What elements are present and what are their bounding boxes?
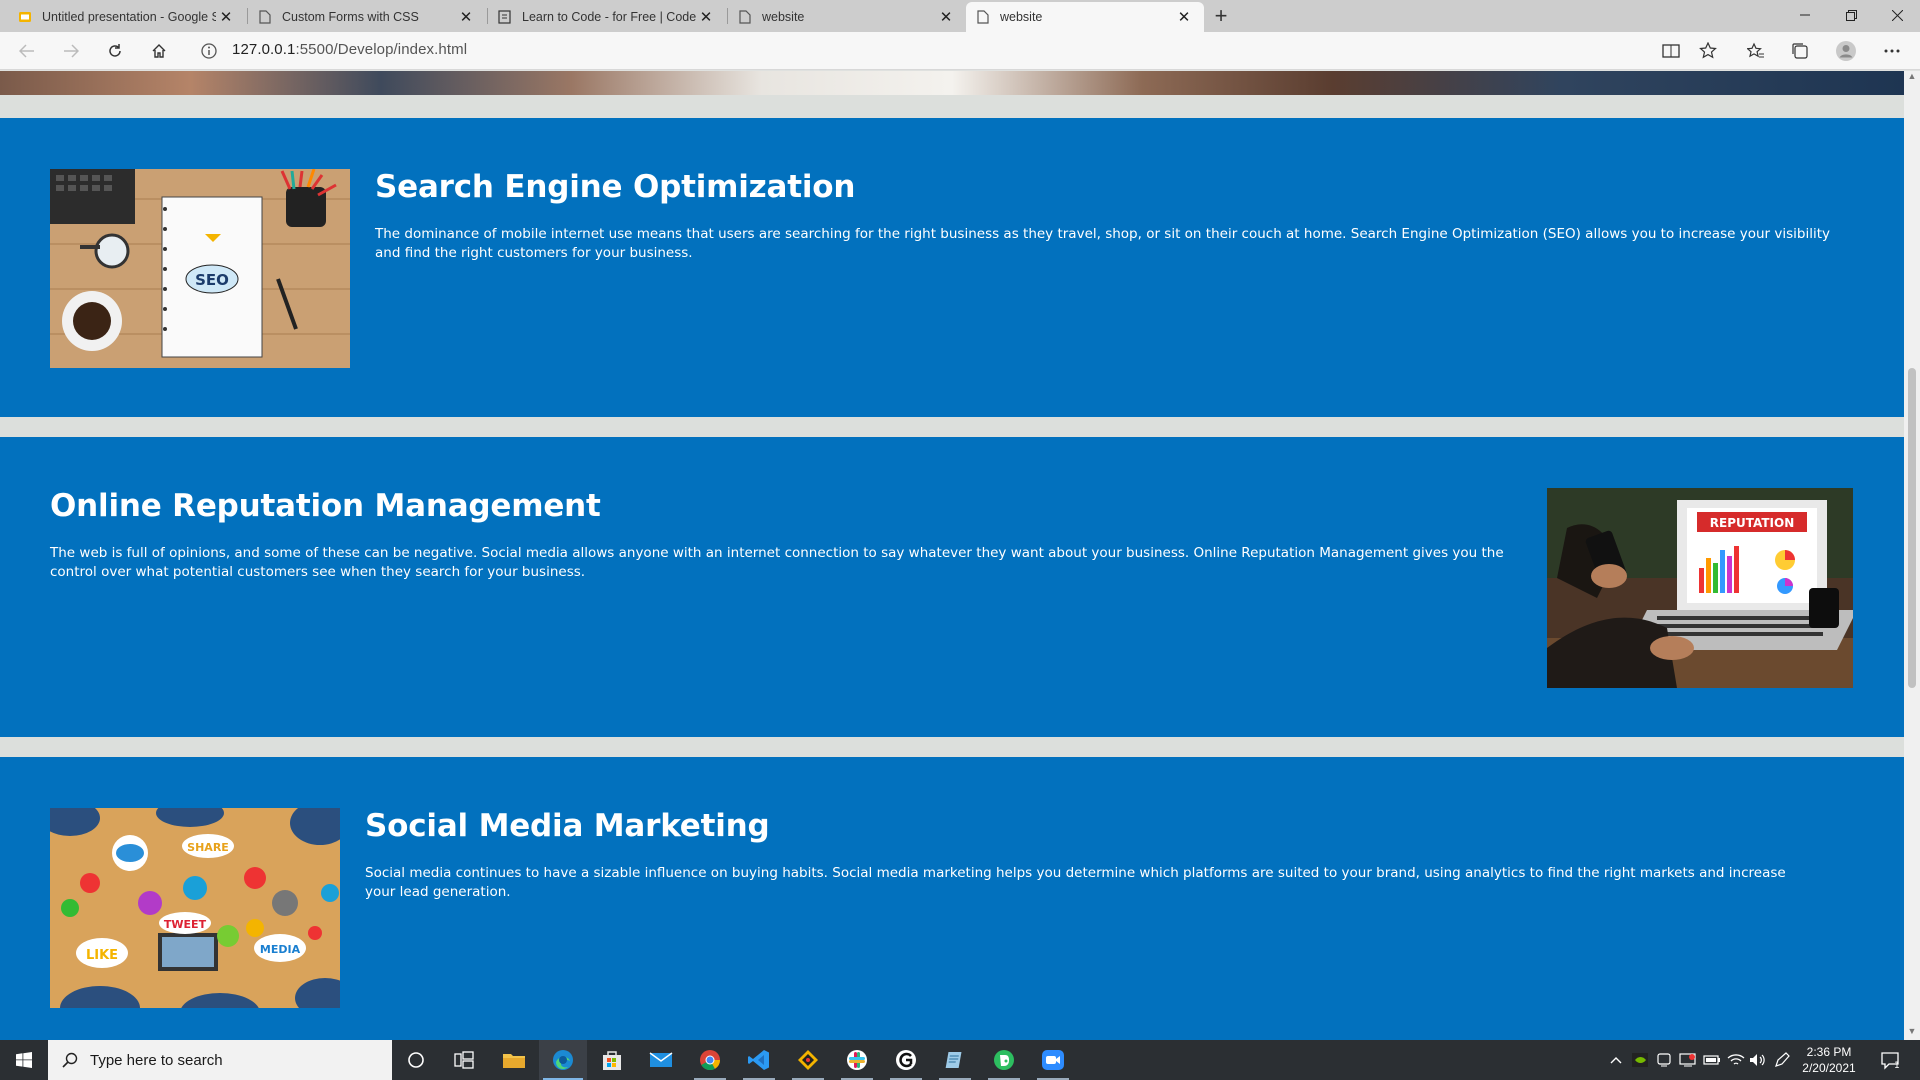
taskbar-clock[interactable]: 2:36 PM 2/20/2021 (1786, 1044, 1872, 1076)
url-path: :5500/Develop/index.html (295, 41, 468, 58)
codecademy-icon (498, 10, 512, 24)
tab-title: website (1000, 10, 1043, 24)
social-word-like: LIKE (86, 948, 118, 963)
section-body: The dominance of mobile internet use mea… (375, 226, 1830, 261)
chrome-icon[interactable] (686, 1040, 734, 1080)
immersive-reader-icon[interactable] (1656, 38, 1686, 64)
tab-website[interactable]: website ✕ (728, 2, 966, 32)
tab-website-active[interactable]: website ✕ (966, 2, 1204, 32)
notepad-icon[interactable] (931, 1040, 979, 1080)
back-button[interactable] (12, 38, 42, 64)
device-icon[interactable] (1652, 1040, 1676, 1080)
tab-google-slides[interactable]: Untitled presentation - Google S ✕ (8, 2, 246, 32)
search-icon (62, 1052, 78, 1068)
mail-icon[interactable] (637, 1040, 685, 1080)
section-title: Search Engine Optimization (375, 169, 856, 205)
restore-button[interactable] (1828, 0, 1874, 30)
address-bar[interactable]: 127.0.0.1:5500/Develop/index.html (232, 41, 467, 58)
close-window-button[interactable] (1874, 0, 1920, 30)
tab-title: Custom Forms with CSS (282, 10, 419, 24)
task-view-icon[interactable] (440, 1040, 488, 1080)
microsoft-store-icon[interactable] (588, 1040, 636, 1080)
favorites-icon[interactable] (1741, 38, 1771, 64)
add-favorite-icon[interactable] (1693, 38, 1723, 64)
page-icon (738, 10, 752, 24)
scrollbar-thumb[interactable] (1908, 368, 1916, 688)
windows-start-button[interactable] (0, 1040, 48, 1080)
section-body: The web is full of opinions, and some of… (50, 545, 1504, 580)
slack-icon[interactable] (833, 1040, 881, 1080)
seo-image-label: SEO (195, 271, 229, 289)
cortana-icon[interactable] (392, 1040, 440, 1080)
volume-icon[interactable] (1746, 1040, 1770, 1080)
browser-toolbar: 127.0.0.1:5500/Develop/index.html (0, 32, 1920, 70)
clock-date: 2/20/2021 (1802, 1061, 1856, 1075)
page-icon (258, 10, 272, 24)
wifi-icon[interactable] (1724, 1040, 1748, 1080)
close-icon[interactable]: ✕ (936, 8, 956, 26)
section-social-media: SHARE TWEET LIKE MEDIA Social Media Mark… (0, 757, 1904, 1040)
close-icon[interactable]: ✕ (216, 8, 236, 26)
tab-title: Learn to Code - for Free | Codec (522, 10, 696, 24)
social-word-share: SHARE (187, 841, 229, 854)
close-icon[interactable]: ✕ (1174, 8, 1194, 26)
page-viewport: SEO Search Engine Optimization The domin… (0, 71, 1904, 1040)
battery-icon[interactable] (1700, 1040, 1724, 1080)
scroll-down-arrow[interactable]: ▼ (1904, 1026, 1920, 1040)
notification-count: 1 (1894, 1061, 1900, 1070)
zoom-icon[interactable] (1029, 1040, 1077, 1080)
action-center-icon[interactable]: 1 (1874, 1040, 1906, 1080)
section-title: Online Reputation Management (50, 488, 601, 524)
vertical-scrollbar[interactable]: ▲ ▼ (1904, 71, 1920, 1040)
tab-title: website (762, 10, 805, 24)
github-icon[interactable] (882, 1040, 930, 1080)
info-icon[interactable] (200, 42, 218, 60)
reputation-image-label: REPUTATION (1710, 516, 1794, 530)
taskbar-search-box[interactable]: Type here to search (48, 1040, 392, 1080)
windows-taskbar: Type here to search 2:36 PM 2/20/2021 1 (0, 1040, 1920, 1080)
tab-custom-forms[interactable]: Custom Forms with CSS ✕ (248, 2, 486, 32)
close-icon[interactable]: ✕ (696, 8, 716, 26)
seo-image: SEO (50, 169, 350, 368)
hero-image-bottom (0, 71, 1904, 95)
git-kraken-icon[interactable] (784, 1040, 832, 1080)
scroll-up-arrow[interactable]: ▲ (1904, 71, 1920, 85)
search-placeholder: Type here to search (90, 1051, 223, 1069)
social-media-image: SHARE TWEET LIKE MEDIA (50, 808, 340, 1008)
reputation-image: REPUTATION (1547, 488, 1853, 688)
profile-avatar-icon[interactable] (1831, 38, 1861, 64)
forward-button[interactable] (56, 38, 86, 64)
tab-title: Untitled presentation - Google S (42, 10, 216, 24)
section-seo: SEO Search Engine Optimization The domin… (0, 118, 1904, 417)
google-slides-icon (18, 10, 32, 24)
refresh-button[interactable] (100, 38, 130, 64)
vscode-icon[interactable] (735, 1040, 783, 1080)
edge-browser-icon[interactable] (539, 1040, 587, 1080)
show-hidden-icons-chevron[interactable] (1604, 1040, 1628, 1080)
collections-icon[interactable] (1785, 38, 1815, 64)
minimize-button[interactable] (1782, 0, 1828, 30)
url-host: 127.0.0.1 (232, 41, 296, 58)
new-tab-button[interactable]: + (1207, 4, 1235, 30)
file-explorer-icon[interactable] (490, 1040, 538, 1080)
close-icon[interactable]: ✕ (456, 8, 476, 26)
windows-logo-icon (16, 1052, 32, 1068)
more-options-icon[interactable] (1877, 38, 1907, 64)
clock-time: 2:36 PM (1806, 1045, 1852, 1059)
browser-tab-strip: Untitled presentation - Google S ✕ Custo… (0, 0, 1920, 32)
home-button[interactable] (144, 38, 174, 64)
nvidia-icon[interactable] (1628, 1040, 1652, 1080)
tab-codecademy[interactable]: Learn to Code - for Free | Codec ✕ (488, 2, 726, 32)
section-title: Social Media Marketing (365, 808, 770, 844)
monitor-warning-icon[interactable] (1676, 1040, 1700, 1080)
social-word-media: MEDIA (260, 943, 301, 956)
social-word-tweet: TWEET (164, 918, 207, 931)
evernote-icon[interactable] (980, 1040, 1028, 1080)
page-icon (976, 10, 990, 24)
section-body: Social media continues to have a sizable… (365, 865, 1786, 900)
section-reputation: Online Reputation Management The web is … (0, 437, 1904, 737)
